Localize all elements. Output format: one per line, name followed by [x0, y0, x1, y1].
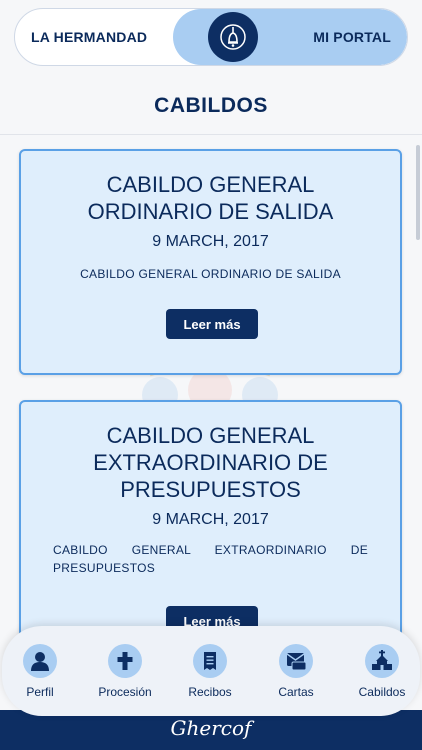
nav-item-cartas[interactable]: Cartas: [254, 644, 338, 699]
bell-emblem-icon: [220, 24, 246, 50]
read-more-button[interactable]: Leer más: [166, 309, 258, 339]
top-bar: LA HERMANDAD MI PORTAL: [0, 0, 422, 84]
nav-label: Perfil: [26, 685, 54, 699]
nav-label: Procesión: [98, 685, 152, 699]
card-date: 9 MARCH, 2017: [152, 233, 269, 250]
section-toggle[interactable]: LA HERMANDAD MI PORTAL: [14, 8, 408, 66]
card-description: CABILDO GENERAL EXTRAORDINARIO DE PRESUP…: [53, 543, 368, 575]
scrollbar[interactable]: [416, 145, 420, 240]
footer-logo: Ghercof: [170, 716, 252, 740]
card-title: CABILDO GENERAL EXTRAORDINARIO DE PRESUP…: [93, 423, 328, 502]
card-date: 9 MARCH, 2017: [152, 511, 269, 528]
card-title: CABILDO GENERAL ORDINARIO DE SALIDA: [87, 172, 334, 224]
nav-item-perfil[interactable]: Perfil: [0, 644, 82, 699]
cross-icon: [108, 644, 142, 678]
tab-mi-portal[interactable]: MI PORTAL: [313, 9, 391, 65]
church-icon: [365, 644, 399, 678]
tab-la-hermandad[interactable]: LA HERMANDAD: [31, 9, 147, 65]
bottom-navigation: Perfil Procesión Recibos Cartas Cabildos: [2, 626, 420, 716]
nav-label: Recibos: [188, 685, 232, 699]
nav-label: Cartas: [278, 685, 314, 699]
nav-item-recibos[interactable]: Recibos: [168, 644, 252, 699]
page-title: CABILDOS: [154, 94, 268, 117]
person-icon: [23, 644, 57, 678]
nav-label: Cabildos: [358, 685, 406, 699]
nav-item-procesion[interactable]: Procesión: [83, 644, 167, 699]
cabildo-card[interactable]: CABILDO GENERAL ORDINARIO DE SALIDA 9 MA…: [19, 149, 402, 375]
nav-item-cabildos[interactable]: Cabildos: [340, 644, 422, 699]
receipt-icon: [193, 644, 227, 678]
toggle-center-button[interactable]: [208, 12, 258, 62]
title-area: CABILDOS: [0, 84, 422, 135]
letter-icon: [279, 644, 313, 678]
card-description: CABILDO GENERAL ORDINARIO DE SALIDA: [80, 267, 341, 281]
